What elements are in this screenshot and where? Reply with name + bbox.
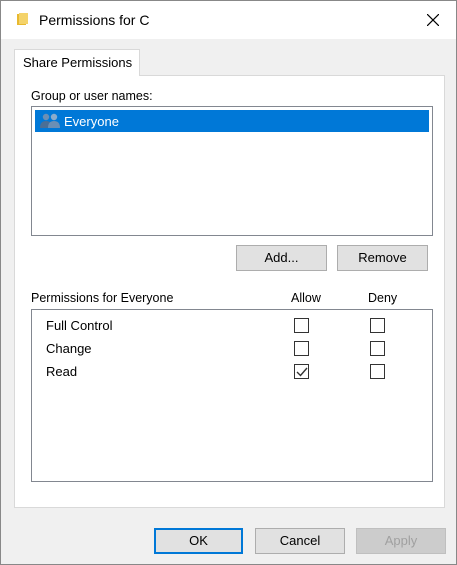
title-bar: Permissions for C <box>1 1 456 39</box>
close-icon <box>427 14 439 26</box>
check-icon <box>296 367 308 377</box>
allow-checkbox-full-control[interactable] <box>294 318 309 333</box>
permission-name: Full Control <box>46 318 113 333</box>
user-list[interactable]: Everyone <box>31 106 433 236</box>
group-names-label: Group or user names: <box>31 89 153 103</box>
permissions-list: Full Control Change Read <box>31 309 433 482</box>
table-row: Full Control <box>32 314 432 336</box>
cancel-button[interactable]: Cancel <box>255 528 345 554</box>
table-row: Change <box>32 337 432 359</box>
permission-name: Read <box>46 364 78 379</box>
apply-button[interactable]: Apply <box>356 528 446 554</box>
table-row: Read <box>32 360 432 382</box>
permissions-header: Permissions for Everyone <box>31 291 174 305</box>
allow-header: Allow <box>291 291 321 305</box>
permission-name: Change <box>46 341 92 356</box>
allow-checkbox-read[interactable] <box>294 364 309 379</box>
window-title: Permissions for C <box>39 12 150 28</box>
tab-share-permissions[interactable]: Share Permissions <box>14 49 140 76</box>
deny-checkbox-full-control[interactable] <box>370 318 385 333</box>
users-icon <box>40 113 60 128</box>
remove-button[interactable]: Remove <box>337 245 428 271</box>
allow-checkbox-change[interactable] <box>294 341 309 356</box>
folder-icon <box>17 13 28 25</box>
deny-header: Deny <box>368 291 398 305</box>
add-button[interactable]: Add... <box>236 245 327 271</box>
user-name: Everyone <box>64 113 119 129</box>
ok-button[interactable]: OK <box>154 528 243 554</box>
deny-checkbox-change[interactable] <box>370 341 385 356</box>
permissions-dialog: Permissions for C Share Permissions Grou… <box>0 0 457 565</box>
deny-checkbox-read[interactable] <box>370 364 385 379</box>
close-button[interactable] <box>410 1 456 39</box>
list-item[interactable]: Everyone <box>35 110 429 132</box>
